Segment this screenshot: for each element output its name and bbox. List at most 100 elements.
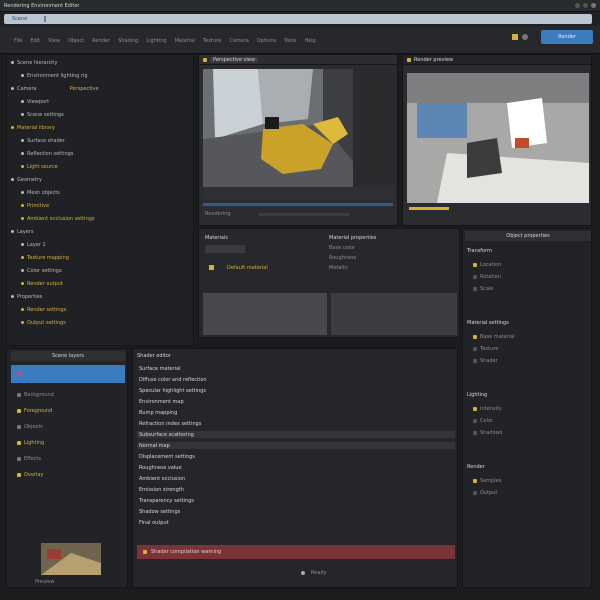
outliner-item[interactable]: Scene hierarchy (11, 59, 189, 66)
outliner-item[interactable]: Primitive (11, 202, 189, 209)
toolbar-item[interactable]: Edit (30, 38, 40, 44)
property-item[interactable]: Shader (467, 357, 589, 364)
editor-line[interactable]: Displacement settings (137, 453, 455, 460)
render-button[interactable]: Render (541, 30, 593, 44)
layer-visibility-icon[interactable] (17, 408, 21, 413)
editor-line[interactable]: Diffuse color and reflection (137, 376, 455, 383)
outliner-item[interactable]: Geometry (11, 176, 189, 183)
properties-section-title[interactable]: Material settings (467, 319, 589, 326)
editor-line-text: Displacement settings (139, 453, 195, 460)
toolbar-item[interactable]: Help (304, 38, 315, 44)
toolbar-item[interactable]: Object (68, 38, 84, 44)
editor-line[interactable]: Environment map (137, 398, 455, 405)
property-item[interactable]: Samples (467, 477, 589, 484)
outliner-item[interactable]: Environment lighting rig (11, 72, 189, 79)
properties-section-title[interactable]: Render (467, 463, 589, 470)
outliner-item[interactable]: Layers (11, 228, 189, 235)
properties-section-label: Transform (467, 247, 492, 254)
layer-item[interactable]: Foreground (11, 407, 125, 414)
editor-line[interactable]: Emission strength (137, 486, 455, 493)
materials-right: Material properties Base color Roughness… (327, 233, 457, 289)
tab-scene[interactable]: Scene (4, 14, 592, 24)
layer-visibility-icon[interactable] (17, 440, 21, 445)
materials-selected[interactable] (205, 245, 245, 253)
toolbar-item[interactable]: Texture (203, 38, 221, 44)
layer-visibility-icon[interactable] (17, 392, 21, 397)
editor-line[interactable]: Roughness value (137, 464, 455, 471)
layer-visibility-icon[interactable] (17, 472, 21, 477)
outliner-item[interactable]: Reflection settings (11, 150, 189, 157)
outliner-item[interactable]: Camera Perspective (11, 85, 189, 92)
editor-line[interactable]: Surface material (137, 365, 455, 372)
layers-selected-row[interactable] (11, 365, 125, 383)
outliner-item[interactable]: Properties (11, 293, 189, 300)
layer-visibility-icon[interactable] (17, 456, 21, 461)
property-item[interactable]: Color (467, 417, 589, 424)
maximize-icon[interactable] (583, 3, 588, 8)
outliner-label: Output settings (27, 319, 66, 326)
outliner-item[interactable]: Ambient occlusion settings (11, 215, 189, 222)
editor-line[interactable]: Ambient occlusion (137, 475, 455, 482)
properties-section-title[interactable]: Lighting (467, 391, 589, 398)
close-icon[interactable] (591, 3, 596, 8)
toolbar-item[interactable]: Options (257, 38, 276, 44)
property-item[interactable]: Output (467, 489, 589, 496)
properties-title: Object properties (506, 233, 550, 239)
editor-line[interactable]: Specular highlight settings (137, 387, 455, 394)
layer-item[interactable]: Overlay (11, 471, 125, 478)
outliner-item[interactable]: Surface shader (11, 137, 189, 144)
editor-line[interactable]: Final output (137, 519, 455, 526)
outliner-bullet-icon (11, 126, 14, 129)
editor-line[interactable]: Bump mapping (137, 409, 455, 416)
outliner-bullet-icon (21, 165, 24, 168)
outliner-bullet-icon (21, 321, 24, 324)
property-item[interactable]: Rotation (467, 273, 589, 280)
property-item[interactable]: Location (467, 261, 589, 268)
layers-header: Scene layers (11, 351, 125, 361)
editor-line[interactable]: Normal map (137, 442, 455, 449)
properties-panel: Object properties Transform Location Rotat… (462, 228, 592, 588)
outliner-label: Properties (17, 293, 43, 300)
outliner-item[interactable]: Material library (11, 124, 189, 131)
toolbar-item[interactable]: File (14, 38, 22, 44)
outliner-item[interactable]: Color settings (11, 267, 189, 274)
property-label: Base material (480, 333, 515, 340)
toolbar-item[interactable]: Shading (118, 38, 138, 44)
toolbar-item[interactable]: View (48, 38, 60, 44)
outliner-item[interactable]: Mesh objects (11, 189, 189, 196)
outliner-item[interactable]: Output settings (11, 319, 189, 326)
editor-line[interactable]: Subsurface scattering (137, 431, 455, 438)
settings-icon[interactable] (522, 34, 528, 40)
outliner-item[interactable]: Render settings (11, 306, 189, 313)
property-item[interactable]: Scale (467, 285, 589, 292)
property-item[interactable]: Intensity (467, 405, 589, 412)
layer-item[interactable]: Objects (11, 423, 125, 430)
layer-item[interactable]: Lighting (11, 439, 125, 446)
outliner-item[interactable]: Layer 1 (11, 241, 189, 248)
toolbar-item[interactable]: Tools (284, 38, 296, 44)
minimize-icon[interactable] (575, 3, 580, 8)
layer-visibility-icon[interactable] (17, 424, 21, 429)
editor-line[interactable]: Transparency settings (137, 497, 455, 504)
outliner-item[interactable]: Light source (11, 163, 189, 170)
toggle-icon[interactable] (512, 34, 518, 40)
property-item[interactable]: Base material (467, 333, 589, 340)
properties-section-title[interactable]: Transform (467, 247, 589, 254)
toolbar-item[interactable]: Camera (229, 38, 249, 44)
outliner-item[interactable]: Render output (11, 280, 189, 287)
editor-line[interactable]: Shadow settings (137, 508, 455, 515)
editor-line-text: Refraction index settings (139, 420, 202, 427)
toolbar-item[interactable]: Render (92, 38, 110, 44)
property-icon (473, 478, 477, 483)
outliner-item[interactable]: Viewport (11, 98, 189, 105)
editor-line[interactable]: Refraction index settings (137, 420, 455, 427)
layer-item[interactable]: Background (11, 391, 125, 398)
property-item[interactable]: Texture (467, 345, 589, 352)
outliner-item[interactable]: Texture mapping (11, 254, 189, 261)
toolbar-item[interactable]: Material (175, 38, 195, 44)
property-icon (473, 490, 477, 495)
toolbar-item[interactable]: Lighting (146, 38, 166, 44)
property-item[interactable]: Shadows (467, 429, 589, 436)
outliner-item[interactable]: Scene settings (11, 111, 189, 118)
layer-item[interactable]: Effects (11, 455, 125, 462)
